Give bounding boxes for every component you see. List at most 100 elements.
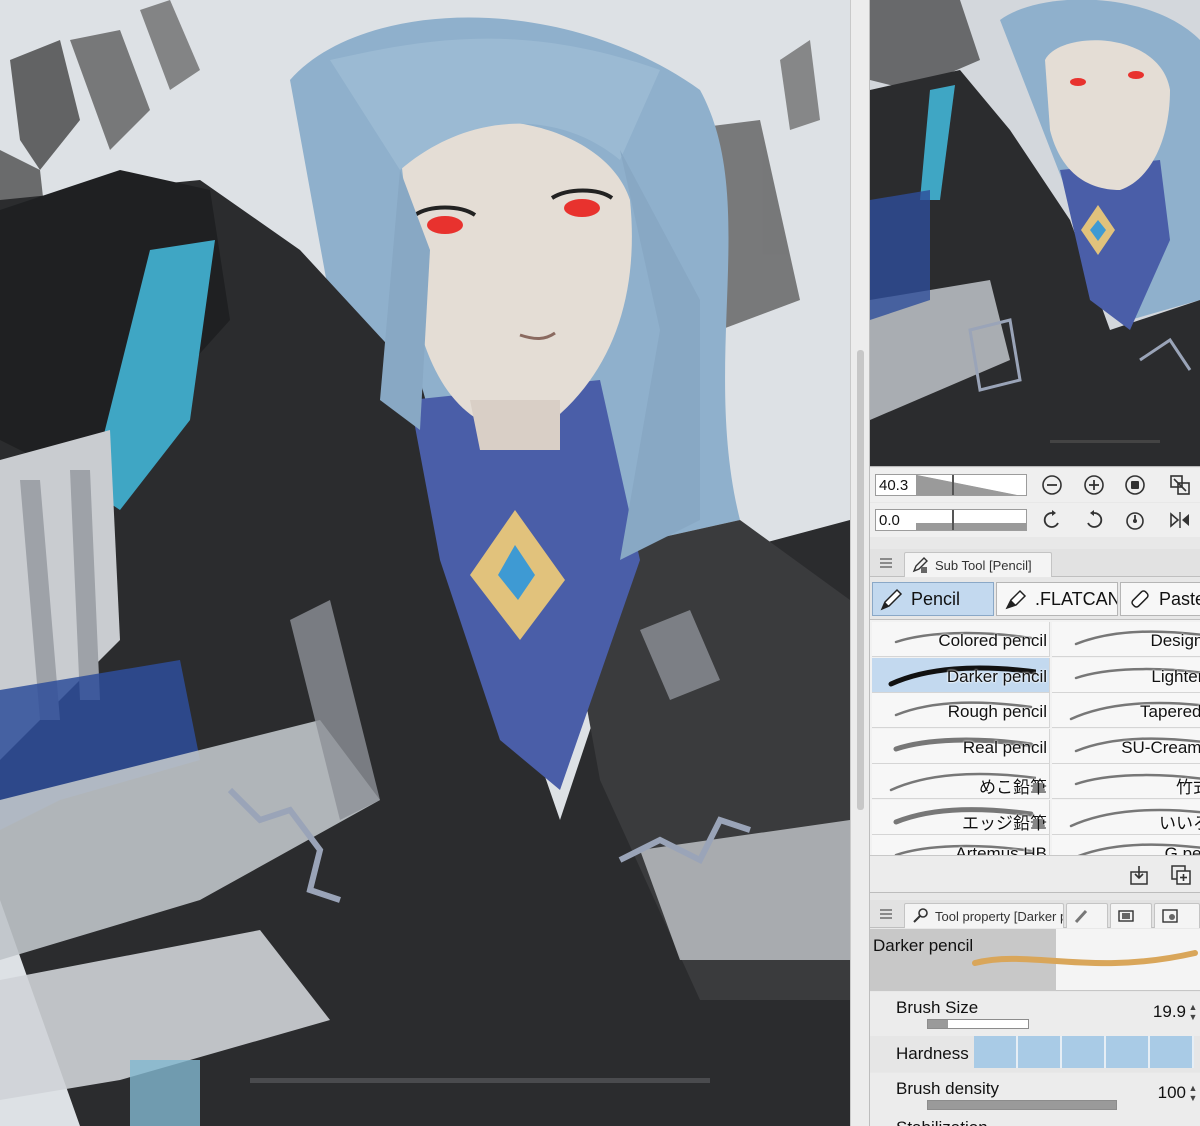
- flip-horizontal-icon[interactable]: [1167, 507, 1193, 533]
- brush-item-label: G pencil: [1164, 844, 1200, 855]
- pastel-icon: [1131, 590, 1149, 608]
- sub-tool-group-pastel[interactable]: Paste: [1120, 582, 1200, 616]
- reset-rotation-icon[interactable]: [1122, 507, 1148, 533]
- brush-item-label: いいろ鉛: [1159, 813, 1200, 833]
- brush-size-property[interactable]: Brush Size 19.9 ▲ ▼: [870, 992, 1200, 1036]
- zoom-out-icon[interactable]: [1039, 472, 1065, 498]
- sub-tool-group-flatcan[interactable]: .FLATCAN: [996, 582, 1118, 616]
- brush-item-label: 竹式鉛: [1176, 778, 1200, 797]
- brush-item[interactable]: いいろ鉛: [1052, 799, 1200, 835]
- brush-density-label: Brush density: [896, 1079, 999, 1098]
- brush-item-label: Rough pencil: [947, 702, 1047, 721]
- brush-item-label: SU-Cream Pe: [1121, 737, 1200, 757]
- rotate-slider[interactable]: 0.0: [875, 509, 1027, 531]
- brush-item[interactable]: Real pencil: [872, 728, 1050, 764]
- brush-item-label: Artemus HB: [955, 844, 1047, 855]
- zoom-slider[interactable]: 40.3: [875, 474, 1027, 496]
- hardness-level-3[interactable]: [1062, 1036, 1106, 1068]
- pencil-icon: [880, 588, 903, 611]
- brush-item-label: エッジ鉛筆: [962, 813, 1047, 833]
- brush-item-label: Lighter pe: [1151, 666, 1200, 686]
- sub-tool-footer: [870, 855, 1200, 893]
- zoom-in-icon[interactable]: [1081, 472, 1107, 498]
- sub-tool-group-tabs: Pencil .FLATCAN Paste: [870, 578, 1200, 620]
- brush-item-label: Design pe: [1150, 631, 1200, 650]
- sub-tool-group-label: Pencil: [911, 588, 961, 609]
- film-icon: [1118, 910, 1134, 922]
- brush-density-spinner[interactable]: ▲ ▼: [1188, 1083, 1198, 1103]
- zoom-row: 40.3: [870, 468, 1200, 502]
- zoom-value[interactable]: 40.3: [879, 477, 908, 494]
- wrench-icon: [913, 908, 928, 923]
- hardness-property[interactable]: Hardness: [870, 1036, 1200, 1072]
- stroke-preview-curve: [972, 950, 1198, 967]
- tool-property-header: Tool property [Darker pencil]: [870, 900, 1200, 928]
- brush-item[interactable]: Artemus HB: [872, 835, 1050, 855]
- brush-item[interactable]: Darker pencil: [872, 657, 1050, 693]
- brush-density-bar[interactable]: [927, 1100, 1117, 1110]
- marker-icon: [1005, 589, 1027, 610]
- stabilization-label: Stabilization: [896, 1118, 988, 1126]
- fit-view-icon[interactable]: [1122, 472, 1148, 498]
- rotate-right-icon[interactable]: [1081, 507, 1107, 533]
- panel-menu-icon[interactable]: [880, 558, 892, 568]
- panel-menu-icon[interactable]: [880, 909, 892, 919]
- brush-list: Colored pencil Design pe Darker pencil Ligh…: [870, 620, 1200, 855]
- brush-item[interactable]: めこ鉛筆: [872, 764, 1050, 799]
- tab-brush-shape[interactable]: [1066, 903, 1108, 928]
- brush-item-label: Tapered Pe: [1140, 702, 1200, 721]
- brush-density-property[interactable]: Brush density 100 ▲ ▼: [870, 1073, 1200, 1117]
- texture-icon: [1162, 909, 1178, 923]
- brush-item-label: Colored pencil: [938, 631, 1047, 650]
- brush-item-label: Real pencil: [962, 737, 1047, 757]
- artwork-illustration: [0, 0, 850, 1126]
- brush-item[interactable]: Tapered Pe: [1052, 693, 1200, 728]
- brush-stroke-preview: Darker pencil: [870, 929, 1200, 991]
- brush-item[interactable]: SU-Cream Pe: [1052, 728, 1200, 764]
- stabilization-property[interactable]: Stabilization: [870, 1112, 1200, 1126]
- brush-item[interactable]: Colored pencil: [872, 622, 1050, 657]
- tab-brush-texture[interactable]: [1154, 903, 1200, 928]
- sub-tool-tab-label: Sub Tool [Pencil]: [935, 557, 1032, 573]
- brush-item[interactable]: G pencil: [1052, 835, 1200, 855]
- sub-tool-group-label: Paste: [1159, 588, 1200, 609]
- brush-item[interactable]: Lighter pe: [1052, 657, 1200, 693]
- sub-tool-header: Sub Tool [Pencil]: [870, 549, 1200, 577]
- brush-size-value[interactable]: 19.9: [1153, 1002, 1186, 1022]
- hardness-selector[interactable]: [974, 1036, 1194, 1068]
- brush-item-label: Darker pencil: [946, 666, 1047, 686]
- brush-item-label: めこ鉛筆: [979, 778, 1047, 797]
- tab-tool-property[interactable]: Tool property [Darker pencil]: [904, 903, 1064, 928]
- brush-density-value[interactable]: 100: [1158, 1083, 1186, 1103]
- brush-size-spinner[interactable]: ▲ ▼: [1188, 1002, 1198, 1022]
- brush-shape-icon: [1074, 909, 1088, 924]
- import-icon[interactable]: [1126, 862, 1152, 888]
- brush-item[interactable]: Rough pencil: [872, 693, 1050, 728]
- duplicate-icon[interactable]: [1168, 862, 1194, 888]
- brush-item[interactable]: 竹式鉛: [1052, 764, 1200, 799]
- navigator-preview[interactable]: [870, 0, 1200, 467]
- rotate-value[interactable]: 0.0: [879, 512, 900, 529]
- hardness-level-4[interactable]: [1106, 1036, 1150, 1068]
- canvas-vertical-scrollbar[interactable]: [850, 0, 870, 1126]
- sub-tool-group-label: .FLATCAN: [1035, 588, 1118, 609]
- drawing-canvas[interactable]: [0, 0, 850, 1126]
- brush-size-label: Brush Size: [896, 998, 979, 1017]
- brush-item[interactable]: エッジ鉛筆: [872, 799, 1050, 835]
- sub-tool-group-pencil[interactable]: Pencil: [872, 582, 994, 616]
- tab-sub-tool[interactable]: Sub Tool [Pencil]: [904, 552, 1052, 577]
- hardness-level-1[interactable]: [974, 1036, 1018, 1068]
- brush-name: Darker pencil: [873, 936, 974, 955]
- scrollbar-thumb[interactable]: [857, 350, 864, 810]
- rotate-left-icon[interactable]: [1039, 507, 1065, 533]
- navigator-thumbnail: [870, 0, 1200, 466]
- brush-size-bar[interactable]: [927, 1019, 1029, 1029]
- hardness-label: Hardness: [896, 1044, 969, 1063]
- sub-tool-icon: [912, 557, 928, 573]
- tab-brush-animation[interactable]: [1110, 903, 1152, 928]
- brush-item[interactable]: Design pe: [1052, 622, 1200, 657]
- hardness-level-2[interactable]: [1018, 1036, 1062, 1068]
- right-panel: 40.3 0.0 Sub Tool [Pencil] Pencil .FLATC…: [870, 0, 1200, 1126]
- fit-window-icon[interactable]: [1167, 472, 1193, 498]
- hardness-level-5[interactable]: [1150, 1036, 1194, 1068]
